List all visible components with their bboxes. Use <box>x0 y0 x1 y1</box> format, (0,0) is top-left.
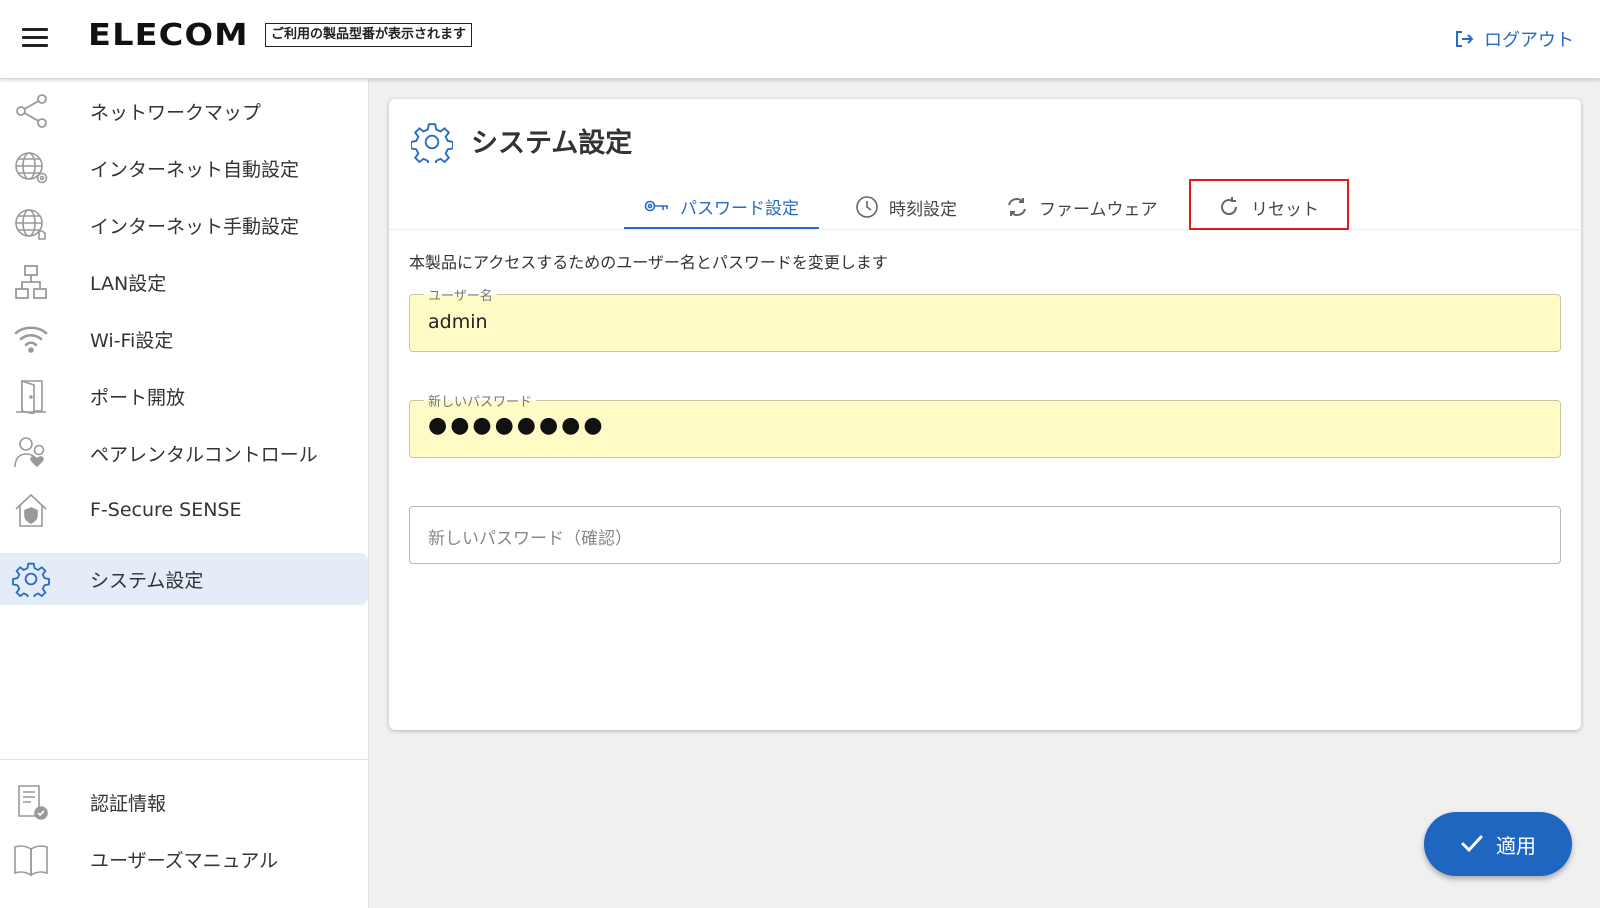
new-password-value: ●●●●●●●● <box>428 413 606 438</box>
sidebar-item-label: F-Secure SENSE <box>90 499 242 521</box>
sidebar-item-parental-control[interactable]: ペアレンタルコントロール <box>0 427 368 479</box>
tab-password[interactable]: パスワード設定 <box>624 185 819 229</box>
new-password-field[interactable]: 新しいパスワード ●●●●●●●● <box>409 391 1561 458</box>
sidebar: ネットワークマップ インターネット自動設定 インターネット手動設定 LAN設定 … <box>0 79 369 908</box>
hamburger-menu-icon[interactable] <box>22 28 48 50</box>
globe-auto-icon <box>12 150 50 186</box>
check-icon <box>1460 834 1484 854</box>
sidebar-item-label: ネットワークマップ <box>90 101 262 124</box>
confirm-password-placeholder: 新しいパスワード（確認） <box>428 529 632 549</box>
apply-label: 適用 <box>1496 833 1536 858</box>
sidebar-item-label: インターネット自動設定 <box>90 158 300 181</box>
parental-icon <box>12 435 50 471</box>
reset-tab-highlight-box <box>1189 179 1349 230</box>
tab-time[interactable]: 時刻設定 <box>855 185 957 229</box>
key-icon <box>644 199 670 213</box>
sidebar-item-label: LAN設定 <box>90 272 167 295</box>
brand-logo: ELECOM <box>88 18 249 53</box>
sidebar-item-label: ペアレンタルコントロール <box>90 443 318 466</box>
description-text: 本製品にアクセスするためのユーザー名とパスワードを変更します <box>409 253 888 272</box>
sidebar-divider <box>0 759 368 760</box>
logout-label: ログアウト <box>1484 30 1574 51</box>
sidebar-item-system-settings[interactable]: システム設定 <box>0 553 368 605</box>
sidebar-item-lan[interactable]: LAN設定 <box>0 256 368 308</box>
header: ELECOM ご利用の製品型番が表示されます ログアウト <box>0 0 1600 79</box>
sidebar-item-internet-manual[interactable]: インターネット手動設定 <box>0 199 368 251</box>
sidebar-item-user-manual[interactable]: ユーザーズマニュアル <box>0 833 368 885</box>
globe-manual-icon <box>12 207 50 243</box>
username-value: admin <box>428 311 488 333</box>
model-notice: ご利用の製品型番が表示されます <box>265 23 473 47</box>
page-title: システム設定 <box>471 128 633 159</box>
door-icon <box>12 378 50 414</box>
sidebar-item-label: ポート開放 <box>90 386 186 409</box>
apply-button[interactable]: 適用 <box>1424 812 1572 876</box>
gear-icon <box>12 561 50 597</box>
gear-icon <box>411 121 453 163</box>
sidebar-item-label: ユーザーズマニュアル <box>90 849 279 872</box>
system-settings-card: システム設定 パスワード設定 時刻設定 ファームウェア リセット 本製品にアクセ… <box>389 99 1581 730</box>
network-map-icon <box>12 93 50 129</box>
sync-icon <box>1005 195 1029 219</box>
sidebar-item-network-map[interactable]: ネットワークマップ <box>0 85 368 137</box>
sidebar-item-f-secure[interactable]: F-Secure SENSE <box>0 484 368 536</box>
confirm-password-field[interactable]: 新しいパスワード（確認） <box>409 506 1561 564</box>
tab-label: 時刻設定 <box>889 199 957 220</box>
sidebar-item-port-forwarding[interactable]: ポート開放 <box>0 370 368 422</box>
username-field[interactable]: ユーザー名 admin <box>409 285 1561 352</box>
tab-label: パスワード設定 <box>680 198 799 219</box>
sidebar-item-internet-auto[interactable]: インターネット自動設定 <box>0 142 368 194</box>
sidebar-item-wifi[interactable]: Wi-Fi設定 <box>0 313 368 365</box>
username-label: ユーザー名 <box>424 285 497 304</box>
sidebar-item-label: Wi-Fi設定 <box>90 329 174 352</box>
manual-book-icon <box>12 841 50 877</box>
new-password-label: 新しいパスワード <box>424 391 537 410</box>
logout-button[interactable]: ログアウト <box>1454 26 1574 52</box>
wifi-icon <box>12 321 50 357</box>
tab-firmware[interactable]: ファームウェア <box>1005 185 1158 229</box>
sidebar-item-label: システム設定 <box>90 569 204 592</box>
shield-house-icon <box>12 492 50 528</box>
sidebar-item-label: インターネット手動設定 <box>90 215 300 238</box>
logout-icon <box>1454 29 1474 49</box>
sidebar-item-certification[interactable]: 認証情報 <box>0 776 368 828</box>
lan-icon <box>12 264 50 300</box>
tabs-divider <box>389 229 1581 230</box>
tab-label: ファームウェア <box>1039 199 1158 220</box>
clock-icon <box>855 195 879 219</box>
sidebar-item-label: 認証情報 <box>90 792 167 815</box>
certificate-icon <box>12 784 50 820</box>
